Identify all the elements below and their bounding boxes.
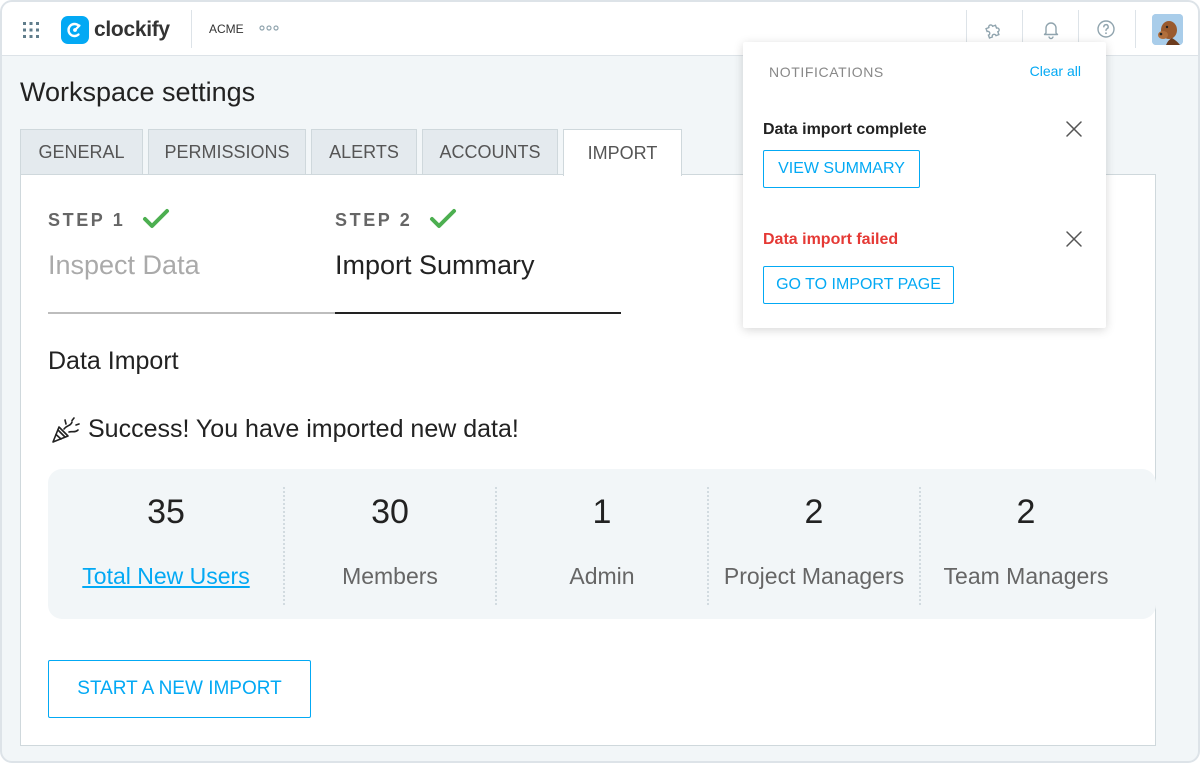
notification-title: Data import complete: [763, 121, 927, 138]
apps-grid-icon[interactable]: [22, 21, 40, 39]
notification-title: Data import failed: [763, 231, 899, 248]
tab-general[interactable]: GENERAL: [20, 129, 143, 175]
notifications-header: NOTIFICATIONS: [769, 64, 884, 80]
stat-value: 30: [371, 493, 409, 531]
view-summary-button[interactable]: VIEW SUMMARY: [763, 150, 920, 188]
start-new-import-button[interactable]: START A NEW IMPORT: [48, 660, 311, 718]
workspace-switcher[interactable]: ACME: [209, 22, 244, 36]
puzzle-icon[interactable]: [983, 18, 1005, 40]
tab-permissions[interactable]: PERMISSIONS: [148, 129, 306, 175]
step-2-indicator: [335, 312, 621, 314]
clockify-logo-icon: [61, 16, 89, 44]
total-new-users-link[interactable]: Total New Users: [48, 563, 284, 590]
stat-label: Team Managers: [943, 563, 1109, 589]
section-title: Data Import: [48, 347, 179, 375]
stat-label: Members: [342, 563, 438, 589]
stat-value: 2: [804, 493, 824, 531]
step-1-name[interactable]: Inspect Data: [48, 250, 200, 281]
help-icon[interactable]: [1095, 18, 1117, 40]
stat-label: Admin: [569, 563, 635, 589]
success-message: Success! You have imported new data!: [88, 415, 519, 443]
divider: [1135, 10, 1136, 48]
avatar[interactable]: [1152, 14, 1183, 45]
step-2-name[interactable]: Import Summary: [335, 250, 535, 281]
clear-all-link[interactable]: Clear all: [1030, 63, 1081, 79]
page-title: Workspace settings: [20, 77, 256, 107]
stat-admin: 1 Admin: [496, 469, 708, 619]
stat-value: 1: [592, 493, 612, 531]
stat-total-new-users: 35 Total New Users: [48, 469, 284, 619]
stat-members: 30 Members: [284, 469, 496, 619]
more-horizontal-icon[interactable]: [259, 23, 279, 33]
stat-label: Project Managers: [723, 563, 905, 589]
tab-alerts[interactable]: ALERTS: [311, 129, 417, 175]
divider: [191, 10, 192, 48]
stat-project-managers: 2 Project Managers: [708, 469, 920, 619]
step-1-label: STEP 1: [48, 210, 126, 230]
app-window: clockify ACME Workspace settings GENERAL…: [0, 0, 1200, 763]
notifications-dropdown: NOTIFICATIONS Clear all Data import comp…: [743, 42, 1106, 328]
app-name: clockify: [94, 18, 170, 41]
stat-team-managers: 2 Team Managers: [920, 469, 1132, 619]
bell-icon[interactable]: [1040, 18, 1062, 40]
check-icon: [143, 209, 169, 228]
stat-value: 2: [1016, 493, 1036, 531]
tab-accounts[interactable]: ACCOUNTS: [422, 129, 558, 175]
party-popper-icon: [52, 417, 80, 443]
import-stats: 35 Total New Users 30 Members 1 Admin 2 …: [48, 469, 1156, 619]
tab-import[interactable]: IMPORT: [563, 129, 682, 176]
check-icon: [430, 209, 456, 228]
close-icon[interactable]: [1064, 119, 1084, 139]
stat-value: 35: [147, 493, 185, 531]
close-icon[interactable]: [1064, 229, 1084, 249]
step-1-indicator: [48, 312, 335, 314]
step-2-label: STEP 2: [335, 210, 413, 230]
go-to-import-page-button[interactable]: GO TO IMPORT PAGE: [763, 266, 954, 304]
clockify-logo[interactable]: clockify: [61, 15, 170, 45]
